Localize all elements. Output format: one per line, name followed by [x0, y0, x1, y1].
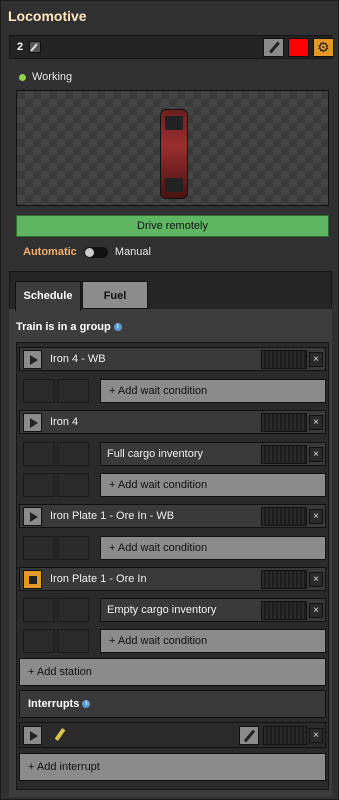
mode-switch[interactable]: Automatic Manual	[23, 246, 151, 258]
add-interrupt-button[interactable]: + Add interrupt	[19, 753, 326, 781]
empty-slot	[23, 629, 55, 653]
wait-condition-row[interactable]: Empty cargo inventory ×	[100, 598, 326, 622]
play-icon[interactable]	[23, 726, 42, 745]
color-swatch-button[interactable]	[288, 38, 309, 57]
play-icon[interactable]	[23, 350, 42, 369]
interrupts-header: Interrupts i	[19, 690, 326, 718]
info-icon[interactable]: i	[82, 700, 91, 709]
empty-slot	[23, 379, 55, 403]
empty-slot	[57, 473, 89, 497]
empty-slot	[23, 536, 55, 560]
empty-slot	[57, 379, 89, 403]
status-text: Working	[32, 71, 73, 83]
rename-pencil-icon[interactable]	[29, 41, 41, 53]
station-name: Iron 4	[50, 416, 79, 428]
edit-pencil-icon[interactable]	[239, 726, 259, 745]
status-dot-icon	[19, 73, 26, 81]
mode-toggle[interactable]	[83, 246, 108, 258]
condition-label: Empty cargo inventory	[107, 604, 217, 616]
station-row-current[interactable]: Iron Plate 1 - Ore In ×	[19, 567, 326, 591]
train-id-bar: 2	[9, 35, 334, 59]
info-icon[interactable]: i	[113, 323, 122, 332]
close-icon[interactable]: ×	[309, 603, 323, 618]
play-icon[interactable]	[23, 507, 42, 526]
locomotive-window: Locomotive 2 Working Drive remotely Auto…	[0, 0, 339, 800]
train-number: 2	[17, 41, 24, 53]
tab-schedule[interactable]: Schedule	[15, 281, 81, 311]
empty-slot	[57, 536, 89, 560]
wait-condition-row[interactable]: Full cargo inventory ×	[100, 442, 326, 466]
add-wait-condition-button[interactable]: + Add wait condition	[100, 629, 326, 653]
drag-handle[interactable]	[261, 350, 307, 369]
eyedropper-icon[interactable]	[263, 38, 284, 57]
empty-slot	[57, 598, 89, 622]
manual-label: Manual	[114, 246, 151, 258]
interrupt-row[interactable]: ×	[19, 722, 326, 748]
add-wait-condition-button[interactable]: + Add wait condition	[100, 473, 326, 497]
station-row[interactable]: Iron 4 ×	[19, 410, 326, 434]
drag-handle[interactable]	[261, 413, 307, 432]
tab-fuel[interactable]: Fuel	[82, 281, 148, 309]
add-wait-condition-button[interactable]: + Add wait condition	[100, 536, 326, 560]
group-title-text: Train is in a group	[16, 321, 111, 333]
gear-icon[interactable]	[313, 38, 334, 57]
close-icon[interactable]: ×	[309, 415, 323, 430]
station-name: Iron 4 - WB	[50, 353, 106, 365]
fuel-icon	[53, 727, 67, 743]
drag-handle[interactable]	[263, 726, 307, 745]
empty-slot	[57, 442, 89, 466]
locomotive-image	[160, 109, 188, 199]
automatic-label: Automatic	[23, 246, 77, 258]
entity-preview[interactable]	[16, 90, 329, 206]
drag-handle[interactable]	[261, 570, 307, 589]
window-title: Locomotive	[8, 8, 87, 24]
stop-icon[interactable]	[23, 570, 42, 589]
station-row[interactable]: Iron Plate 1 - Ore In - WB ×	[19, 504, 326, 528]
add-wait-condition-button[interactable]: + Add wait condition	[100, 379, 326, 403]
close-icon[interactable]: ×	[309, 728, 323, 743]
empty-slot	[23, 442, 55, 466]
station-name: Iron Plate 1 - Ore In - WB	[50, 510, 175, 522]
drag-handle[interactable]	[261, 445, 307, 464]
empty-slot	[23, 598, 55, 622]
drag-handle[interactable]	[261, 507, 307, 526]
drive-remotely-button[interactable]: Drive remotely	[16, 215, 329, 237]
close-icon[interactable]: ×	[309, 572, 323, 587]
empty-slot	[57, 629, 89, 653]
interrupts-title: Interrupts	[28, 698, 80, 710]
close-icon[interactable]: ×	[309, 509, 323, 524]
station-row[interactable]: Iron 4 - WB ×	[19, 347, 326, 371]
add-station-button[interactable]: + Add station	[19, 658, 326, 686]
station-name: Iron Plate 1 - Ore In	[50, 573, 147, 585]
condition-label: Full cargo inventory	[107, 448, 203, 460]
close-icon[interactable]: ×	[309, 447, 323, 462]
play-icon[interactable]	[23, 413, 42, 432]
drag-handle[interactable]	[261, 601, 307, 620]
close-icon[interactable]: ×	[309, 352, 323, 367]
status-indicator: Working	[19, 71, 72, 83]
group-title: Train is in a group i	[16, 321, 122, 333]
empty-slot	[23, 473, 55, 497]
